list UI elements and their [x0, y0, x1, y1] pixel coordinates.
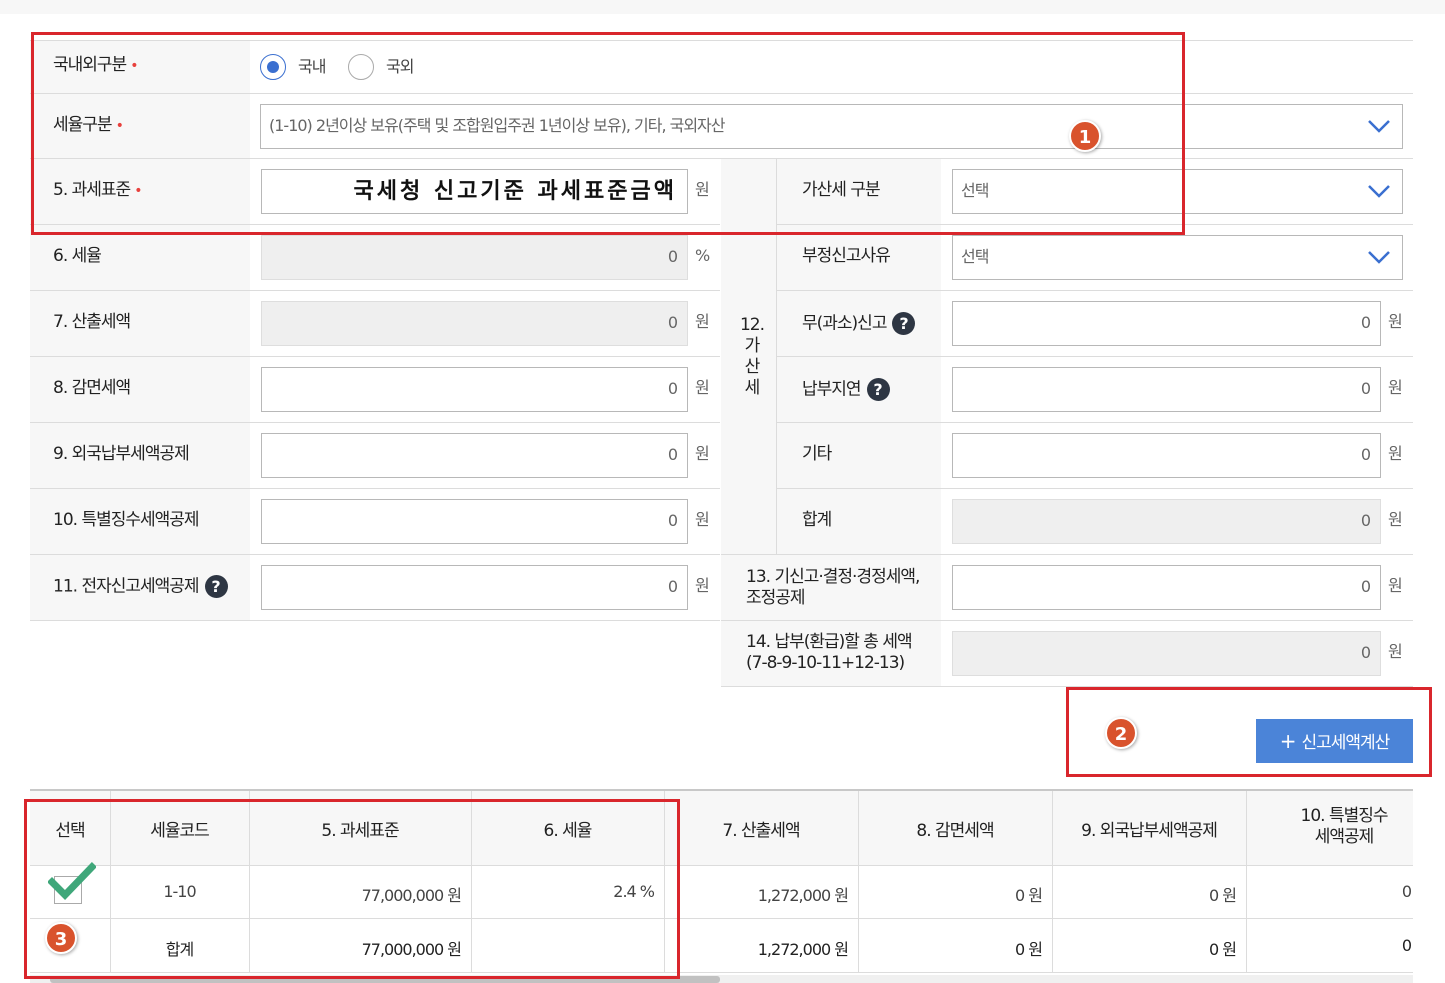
row-divider	[30, 422, 720, 423]
help-icon[interactable]: ?	[892, 312, 916, 335]
annotation-box-1	[31, 32, 1185, 235]
cell-foreign-credit: 0 원	[1209, 886, 1237, 905]
tax-rate-input: 0	[261, 235, 688, 280]
payable-tax-label: 14. 납부(환급)할 총 세액 (7-8-9-10-11+12-13)	[746, 632, 913, 673]
cell-total-withholding: 0	[1401, 936, 1412, 955]
col-header-calc-tax: 7. 산출세액	[722, 821, 800, 841]
row-divider	[30, 620, 720, 621]
row-divider	[30, 356, 720, 357]
reduction-label: 8. 감면세액	[53, 378, 131, 398]
reduction-input[interactable]: 0	[261, 367, 688, 412]
row-divider	[776, 290, 1413, 291]
chevron-down-icon	[1368, 120, 1390, 133]
col-header-foreign-credit: 9. 외국납부세액공제	[1081, 821, 1218, 841]
penalty-total-unit: 원	[1388, 510, 1403, 529]
row-divider	[776, 356, 1413, 357]
annotation-badge-2: 2	[1105, 717, 1137, 749]
row-divider	[30, 290, 720, 291]
tax-rate-unit: %	[695, 246, 710, 265]
withholding-credit-label: 10. 특별징수세액공제	[53, 510, 200, 530]
prior-tax-unit: 원	[1388, 576, 1403, 595]
e-filing-credit-input[interactable]: 0	[261, 565, 688, 610]
late-payment-input[interactable]: 0	[952, 367, 1381, 412]
prior-tax-label: 13. 기신고·결정·경정세액, 조정공제	[746, 567, 920, 608]
annotation-badge-1: 1	[1069, 120, 1101, 152]
chevron-down-icon	[1368, 185, 1390, 198]
cell-withholding: 0	[1401, 882, 1412, 901]
calc-tax-label: 7. 산출세액	[53, 312, 131, 332]
cell-total-reduction: 0 원	[1015, 940, 1043, 959]
row-divider	[721, 554, 1413, 555]
late-payment-unit: 원	[1388, 378, 1403, 397]
calc-tax-input: 0	[261, 301, 688, 346]
reduction-unit: 원	[695, 378, 710, 397]
col-header-withholding: 10. 특별징수 세액공제	[1300, 806, 1389, 847]
no-report-unit: 원	[1388, 312, 1403, 331]
annotation-box-3	[24, 799, 680, 979]
annotation-badge-3: 3	[45, 922, 77, 954]
row-divider	[30, 554, 720, 555]
help-icon[interactable]: ?	[204, 575, 228, 598]
prior-tax-input[interactable]: 0	[952, 565, 1381, 610]
penalty-reason-value: 선택	[961, 247, 989, 266]
top-bar	[0, 0, 1445, 14]
late-payment-label: 납부지연?	[802, 378, 890, 401]
e-filing-credit-label: 11. 전자신고세액공제?	[53, 575, 228, 598]
calc-tax-unit: 원	[695, 312, 710, 331]
other-penalty-label: 기타	[802, 444, 832, 464]
withholding-credit-unit: 원	[695, 510, 710, 529]
cell-calc-tax: 1,272,000 원	[757, 886, 849, 905]
payable-tax-unit: 원	[1388, 642, 1403, 661]
penalty-group-label: 12. 가 산 세	[739, 315, 765, 398]
tax-rate-label: 6. 세율	[53, 246, 102, 266]
penalty-total-label: 합계	[802, 510, 832, 530]
foreign-credit-label: 9. 외국납부세액공제	[53, 444, 190, 464]
row-divider	[776, 488, 1413, 489]
row-divider	[30, 488, 720, 489]
cell-reduction: 0 원	[1015, 886, 1043, 905]
other-penalty-input[interactable]: 0	[952, 433, 1381, 478]
chevron-down-icon	[1368, 251, 1390, 264]
help-icon[interactable]: ?	[866, 378, 890, 401]
col-header-reduction: 8. 감면세액	[916, 821, 994, 841]
withholding-credit-input[interactable]: 0	[261, 499, 688, 544]
row-divider	[721, 620, 1413, 621]
penalty-reason-select[interactable]: 선택	[952, 235, 1403, 280]
cell-total-calc-tax: 1,272,000 원	[757, 940, 849, 959]
no-report-input[interactable]: 0	[952, 301, 1381, 346]
no-report-label: 무(과소)신고?	[802, 312, 916, 335]
foreign-credit-input[interactable]: 0	[261, 433, 688, 478]
e-filing-credit-unit: 원	[695, 576, 710, 595]
other-penalty-unit: 원	[1388, 444, 1403, 463]
foreign-credit-unit: 원	[695, 444, 710, 463]
payable-tax-input: 0	[952, 631, 1381, 676]
row-divider	[776, 422, 1413, 423]
penalty-total-input: 0	[952, 499, 1381, 544]
penalty-reason-label: 부정신고사유	[802, 246, 891, 266]
cell-total-foreign-credit: 0 원	[1209, 940, 1237, 959]
